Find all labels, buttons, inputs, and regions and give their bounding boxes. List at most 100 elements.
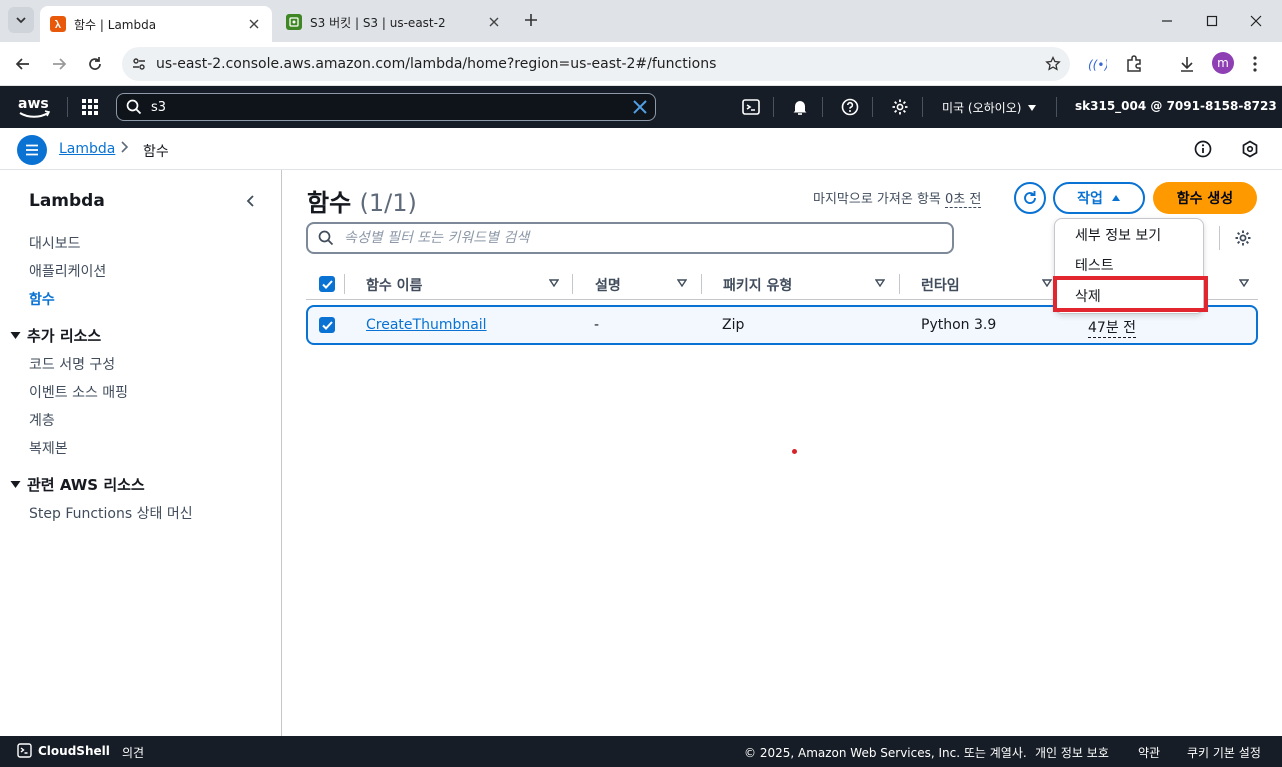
feedback-hexagon-icon[interactable] xyxy=(1240,139,1260,159)
caret-down-icon xyxy=(10,332,21,339)
column-header-function-name[interactable]: 함수 이름 xyxy=(366,275,422,295)
site-info-icon[interactable] xyxy=(122,56,156,72)
column-divider xyxy=(344,274,345,294)
tab-search-button[interactable] xyxy=(8,7,34,33)
delete-highlight-box xyxy=(1053,276,1208,312)
filter-input[interactable] xyxy=(344,230,952,246)
browser-tab-lambda[interactable]: 함수 | Lambda xyxy=(40,6,272,42)
function-name-link[interactable]: CreateThumbnail xyxy=(366,317,487,333)
svg-text:((•)): ((•)) xyxy=(1088,58,1107,72)
minimize-icon xyxy=(1162,20,1172,22)
services-grid-icon[interactable] xyxy=(80,97,100,117)
help-icon[interactable] xyxy=(840,97,860,117)
info-icon[interactable] xyxy=(1193,139,1213,159)
plus-icon xyxy=(525,14,537,26)
section-title: 관련 AWS 리소스 xyxy=(27,476,145,494)
sort-caret-icon xyxy=(677,279,687,287)
sidebar-item-applications[interactable]: 애플리케이션 xyxy=(29,261,106,281)
chevron-right-icon xyxy=(120,140,130,154)
terms-link[interactable]: 약관 xyxy=(1138,744,1160,761)
column-header-runtime[interactable]: 런타임 xyxy=(921,275,960,295)
copyright-text: © 2025, Amazon Web Services, Inc. 또는 계열사… xyxy=(744,746,1027,760)
close-window-button[interactable] xyxy=(1243,8,1269,34)
last-fetched-info: 마지막으로 가져온 항목 0초 전 xyxy=(813,188,982,208)
last-fetched-label: 마지막으로 가져온 항목 xyxy=(813,192,941,207)
actions-button[interactable]: 작업 xyxy=(1053,182,1145,214)
download-icon[interactable] xyxy=(1175,52,1199,76)
new-tab-button[interactable] xyxy=(520,9,542,31)
aws-logo-icon[interactable]: aws xyxy=(16,94,52,120)
extension-radio-icon[interactable]: ((•)) xyxy=(1085,52,1109,76)
bell-icon[interactable] xyxy=(790,97,810,117)
caret-down-icon xyxy=(10,481,21,488)
caret-up-icon xyxy=(1111,195,1120,201)
close-icon[interactable] xyxy=(246,16,262,32)
privacy-link[interactable]: 개인 정보 보호 xyxy=(1035,744,1109,761)
last-fetched-time: 0초 전 xyxy=(945,192,982,208)
gear-icon[interactable] xyxy=(890,97,910,117)
column-divider xyxy=(572,274,573,294)
breadcrumb-bar: Lambda 함수 xyxy=(0,128,1282,170)
nav-menu-button[interactable] xyxy=(17,135,47,165)
sidebar-item-layers[interactable]: 계층 xyxy=(29,410,55,430)
check-icon xyxy=(321,320,333,330)
minimize-button[interactable] xyxy=(1154,8,1180,34)
sidebar-item-code-signing[interactable]: 코드 서명 구성 xyxy=(29,354,115,374)
chevron-left-icon xyxy=(246,195,254,207)
reload-icon xyxy=(89,57,101,70)
column-divider xyxy=(899,274,900,294)
sidebar-item-functions[interactable]: 함수 xyxy=(29,289,55,309)
chevron-down-icon xyxy=(16,17,26,24)
caret-down-icon xyxy=(1028,104,1037,111)
sidebar-item-step-functions[interactable]: Step Functions 상태 머신 xyxy=(29,503,193,523)
cookie-preferences-link[interactable]: 쿠키 기본 설정 xyxy=(1187,744,1261,761)
address-bar[interactable]: us-east-2.console.aws.amazon.com/lambda/… xyxy=(122,47,1070,81)
account-menu[interactable]: sk315_004 @ 7091-8158-8723 xyxy=(1075,99,1282,113)
collapse-sidebar-button[interactable] xyxy=(240,191,260,211)
sidebar-item-event-source-mapping[interactable]: 이벤트 소스 매핑 xyxy=(29,382,128,402)
reload-button[interactable] xyxy=(82,51,108,77)
breadcrumb-current: 함수 xyxy=(143,144,169,160)
page-title-text: 함수 xyxy=(307,189,352,217)
cloudshell-button[interactable]: CloudShell xyxy=(17,743,110,758)
sidebar-item-replicas[interactable]: 복제본 xyxy=(29,438,68,458)
aws-search-box[interactable] xyxy=(116,93,656,121)
table-preferences-gear-icon[interactable] xyxy=(1233,228,1253,248)
cloudshell-icon[interactable] xyxy=(741,97,761,117)
profile-avatar[interactable]: m xyxy=(1212,52,1234,74)
sidebar-item-dashboard[interactable]: 대시보드 xyxy=(29,233,81,253)
sidebar-section-additional[interactable]: 추가 리소스 xyxy=(10,325,101,346)
nav-divider xyxy=(922,97,923,117)
column-header-description[interactable]: 설명 xyxy=(595,275,621,295)
nav-divider xyxy=(872,97,873,117)
sidebar-section-related[interactable]: 관련 AWS 리소스 xyxy=(10,474,145,495)
menu-item-test[interactable]: 테스트 xyxy=(1075,255,1114,275)
bookmark-star-icon[interactable] xyxy=(1036,56,1070,72)
console-footer: CloudShell 의견 © 2025, Amazon Web Service… xyxy=(0,736,1282,767)
toolbar-divider xyxy=(1219,226,1220,250)
arrow-left-icon xyxy=(15,58,29,70)
forward-button[interactable] xyxy=(46,51,72,77)
create-function-button[interactable]: 함수 생성 xyxy=(1153,182,1257,214)
maximize-button[interactable] xyxy=(1199,8,1225,34)
row-checkbox[interactable] xyxy=(319,317,335,333)
region-selector[interactable]: 미국 (오하이오) xyxy=(942,99,1037,116)
menu-item-view-details[interactable]: 세부 정보 보기 xyxy=(1075,225,1161,245)
filter-box[interactable] xyxy=(306,222,954,254)
browser-menu-icon[interactable] xyxy=(1243,52,1267,76)
main-content: 함수 (1/1) 마지막으로 가져온 항목 0초 전 작업 함수 생성 함수 이… xyxy=(283,170,1282,736)
feedback-link[interactable]: 의견 xyxy=(122,744,144,761)
refresh-button[interactable] xyxy=(1014,182,1046,214)
close-icon[interactable] xyxy=(486,14,502,30)
back-button[interactable] xyxy=(10,51,36,77)
clear-search-icon[interactable] xyxy=(625,100,655,114)
region-label: 미국 (오하이오) xyxy=(942,101,1022,115)
select-all-checkbox[interactable] xyxy=(319,276,335,292)
breadcrumb-lambda-link[interactable]: Lambda xyxy=(59,141,115,157)
function-runtime: Python 3.9 xyxy=(921,317,997,333)
sidebar-title[interactable]: Lambda xyxy=(29,191,105,211)
extensions-puzzle-icon[interactable] xyxy=(1122,52,1146,76)
browser-tab-s3[interactable]: S3 버킷 | S3 | us-east-2 xyxy=(276,6,512,38)
column-header-package-type[interactable]: 패키지 유형 xyxy=(723,275,792,295)
aws-search-input[interactable] xyxy=(151,99,625,115)
